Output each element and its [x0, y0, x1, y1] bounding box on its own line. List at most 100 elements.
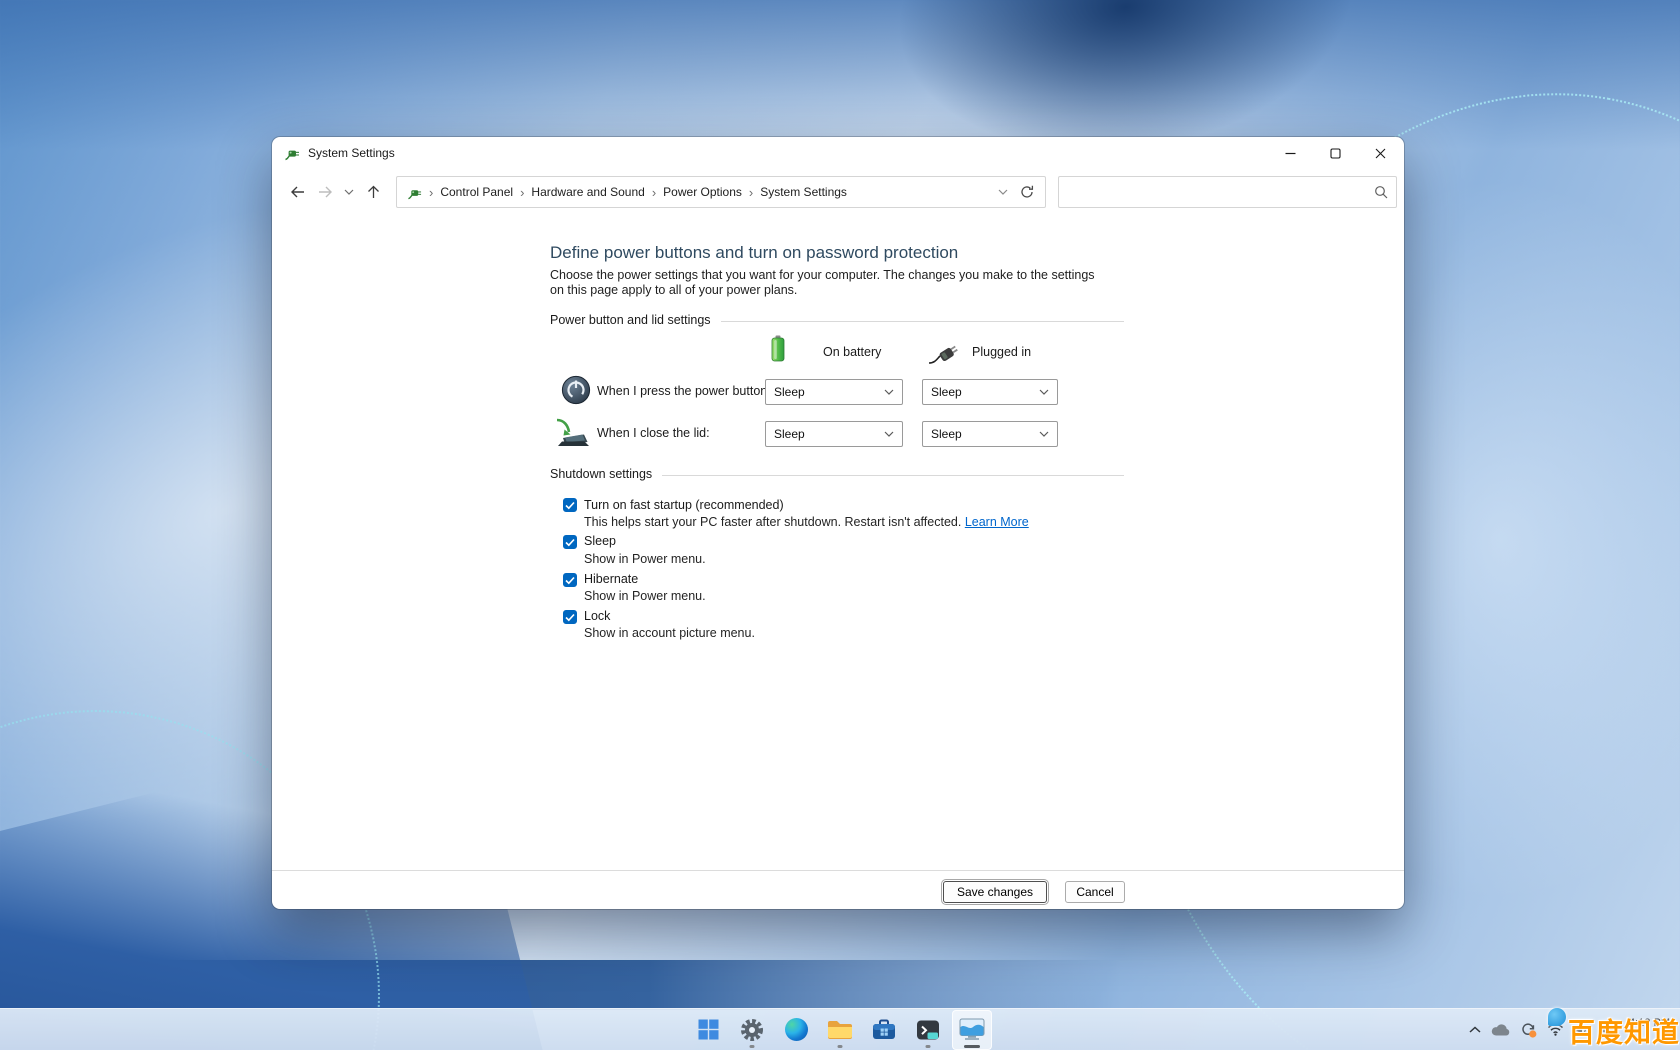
fast-startup-label: Turn on fast startup (recommended) — [584, 498, 784, 512]
taskbar-settings-button[interactable] — [732, 1010, 772, 1050]
taskbar-terminal-button[interactable] — [908, 1010, 948, 1050]
chevron-down-icon — [1039, 431, 1049, 437]
window-controls — [1268, 138, 1403, 168]
check-icon — [565, 576, 575, 585]
search-box[interactable] — [1058, 176, 1397, 208]
maximize-icon — [1330, 148, 1341, 159]
laptop-lid-icon — [553, 417, 591, 449]
power-button-icon — [561, 375, 591, 405]
back-button[interactable] — [284, 179, 310, 205]
section-divider — [662, 475, 1124, 476]
watermark-logo-icon — [1548, 1008, 1566, 1026]
system-settings-window: System Settings — [272, 137, 1404, 909]
sleep-checkbox[interactable] — [563, 535, 577, 549]
breadcrumb-separator: › — [513, 185, 531, 200]
wallpaper-top-band — [0, 0, 1680, 150]
sleep-label: Sleep — [584, 534, 616, 548]
forward-arrow-icon — [318, 186, 333, 198]
recent-pages-button[interactable] — [340, 179, 358, 205]
breadcrumb-control-panel[interactable]: Control Panel — [440, 185, 513, 199]
power-button-row-label: When I press the power button: — [597, 384, 771, 398]
lid-on-battery-select[interactable]: Sleep — [765, 421, 903, 447]
learn-more-link[interactable]: Learn More — [965, 515, 1029, 529]
power-button-plugged-in-select[interactable]: Sleep — [922, 379, 1058, 405]
power-section-title: Power button and lid settings — [550, 313, 711, 327]
windows-logo-icon — [698, 1019, 719, 1040]
check-icon — [565, 538, 575, 547]
close-button[interactable] — [1358, 138, 1403, 168]
section-divider — [721, 321, 1124, 322]
taskbar-system-settings-button[interactable] — [952, 1010, 992, 1050]
fast-startup-checkbox[interactable] — [563, 498, 577, 512]
close-icon — [1375, 148, 1386, 159]
page-title: Define power buttons and turn on passwor… — [550, 243, 958, 263]
power-button-on-battery-select[interactable]: Sleep — [765, 379, 903, 405]
hibernate-label: Hibernate — [584, 572, 638, 586]
minimize-button[interactable] — [1268, 138, 1313, 168]
lid-row-label: When I close the lid: — [597, 426, 710, 440]
window-title: System Settings — [308, 146, 395, 160]
cloud-icon — [1491, 1024, 1510, 1036]
navigation-bar: › Control Panel › Hardware and Sound › P… — [272, 169, 1404, 215]
maximize-button[interactable] — [1313, 138, 1358, 168]
minimize-icon — [1285, 148, 1296, 159]
title-bar[interactable]: System Settings — [272, 137, 1404, 169]
chevron-down-icon — [884, 389, 894, 395]
start-button[interactable] — [688, 1010, 728, 1050]
tray-overflow-button[interactable] — [1469, 1026, 1481, 1034]
back-arrow-icon — [290, 186, 305, 198]
onedrive-tray-button[interactable] — [1491, 1024, 1510, 1036]
briefcase-icon — [872, 1018, 896, 1041]
select-value: Sleep — [774, 427, 805, 441]
save-changes-button[interactable]: Save changes — [943, 881, 1047, 903]
search-input[interactable] — [1067, 185, 1374, 199]
breadcrumb-separator: › — [742, 185, 760, 200]
check-icon — [565, 613, 575, 622]
check-icon — [565, 501, 575, 510]
address-bar[interactable]: › Control Panel › Hardware and Sound › P… — [396, 176, 1046, 208]
select-value: Sleep — [931, 385, 962, 399]
plugged-in-column-header: Plugged in — [972, 345, 1031, 359]
fast-startup-description-text: This helps start your PC faster after sh… — [584, 515, 965, 529]
cancel-button[interactable]: Cancel — [1065, 881, 1125, 903]
forward-button[interactable] — [312, 179, 338, 205]
up-arrow-icon — [367, 185, 380, 199]
control-panel-window-icon — [959, 1018, 985, 1041]
taskbar-edge-button[interactable] — [776, 1010, 816, 1050]
chevron-down-icon — [344, 189, 354, 195]
fast-startup-description: This helps start your PC faster after sh… — [584, 515, 1029, 529]
taskbar-file-explorer-button[interactable] — [820, 1010, 860, 1050]
breadcrumb-separator: › — [645, 185, 663, 200]
breadcrumb-separator: › — [422, 185, 440, 200]
taskbar: 4:13 PM 8/ — [0, 1008, 1680, 1050]
running-indicator — [838, 1045, 843, 1048]
watermark-text: 百度知道 — [1568, 1011, 1680, 1050]
update-sync-tray-button[interactable] — [1520, 1022, 1537, 1038]
lock-checkbox[interactable] — [563, 610, 577, 624]
breadcrumb-power-options[interactable]: Power Options — [663, 185, 742, 199]
page-description: Choose the power settings that you want … — [550, 268, 1102, 298]
shutdown-section-header: Shutdown settings — [550, 467, 1124, 481]
plug-icon — [928, 342, 962, 364]
taskbar-tools-button[interactable] — [864, 1010, 904, 1050]
select-value: Sleep — [774, 385, 805, 399]
terminal-icon — [916, 1018, 940, 1042]
up-button[interactable] — [360, 179, 386, 205]
lock-label: Lock — [584, 609, 610, 623]
shutdown-section-title: Shutdown settings — [550, 467, 652, 481]
breadcrumb-hardware-and-sound[interactable]: Hardware and Sound — [531, 185, 644, 199]
refresh-button[interactable] — [1015, 180, 1039, 204]
address-dropdown-button[interactable] — [991, 180, 1015, 204]
watermark: 百度知道 — [1548, 1008, 1680, 1050]
power-options-icon — [407, 185, 422, 200]
search-icon — [1374, 185, 1388, 199]
running-indicator — [750, 1045, 755, 1048]
desktop: { "colors": { "checkbox_accent": "#0067c… — [0, 0, 1680, 1050]
footer-divider — [272, 870, 1404, 871]
lid-plugged-in-select[interactable]: Sleep — [922, 421, 1058, 447]
lock-description: Show in account picture menu. — [584, 626, 755, 640]
hibernate-checkbox[interactable] — [563, 573, 577, 587]
chevron-down-icon — [884, 431, 894, 437]
breadcrumb-system-settings[interactable]: System Settings — [760, 185, 847, 199]
chevron-down-icon — [998, 189, 1008, 195]
